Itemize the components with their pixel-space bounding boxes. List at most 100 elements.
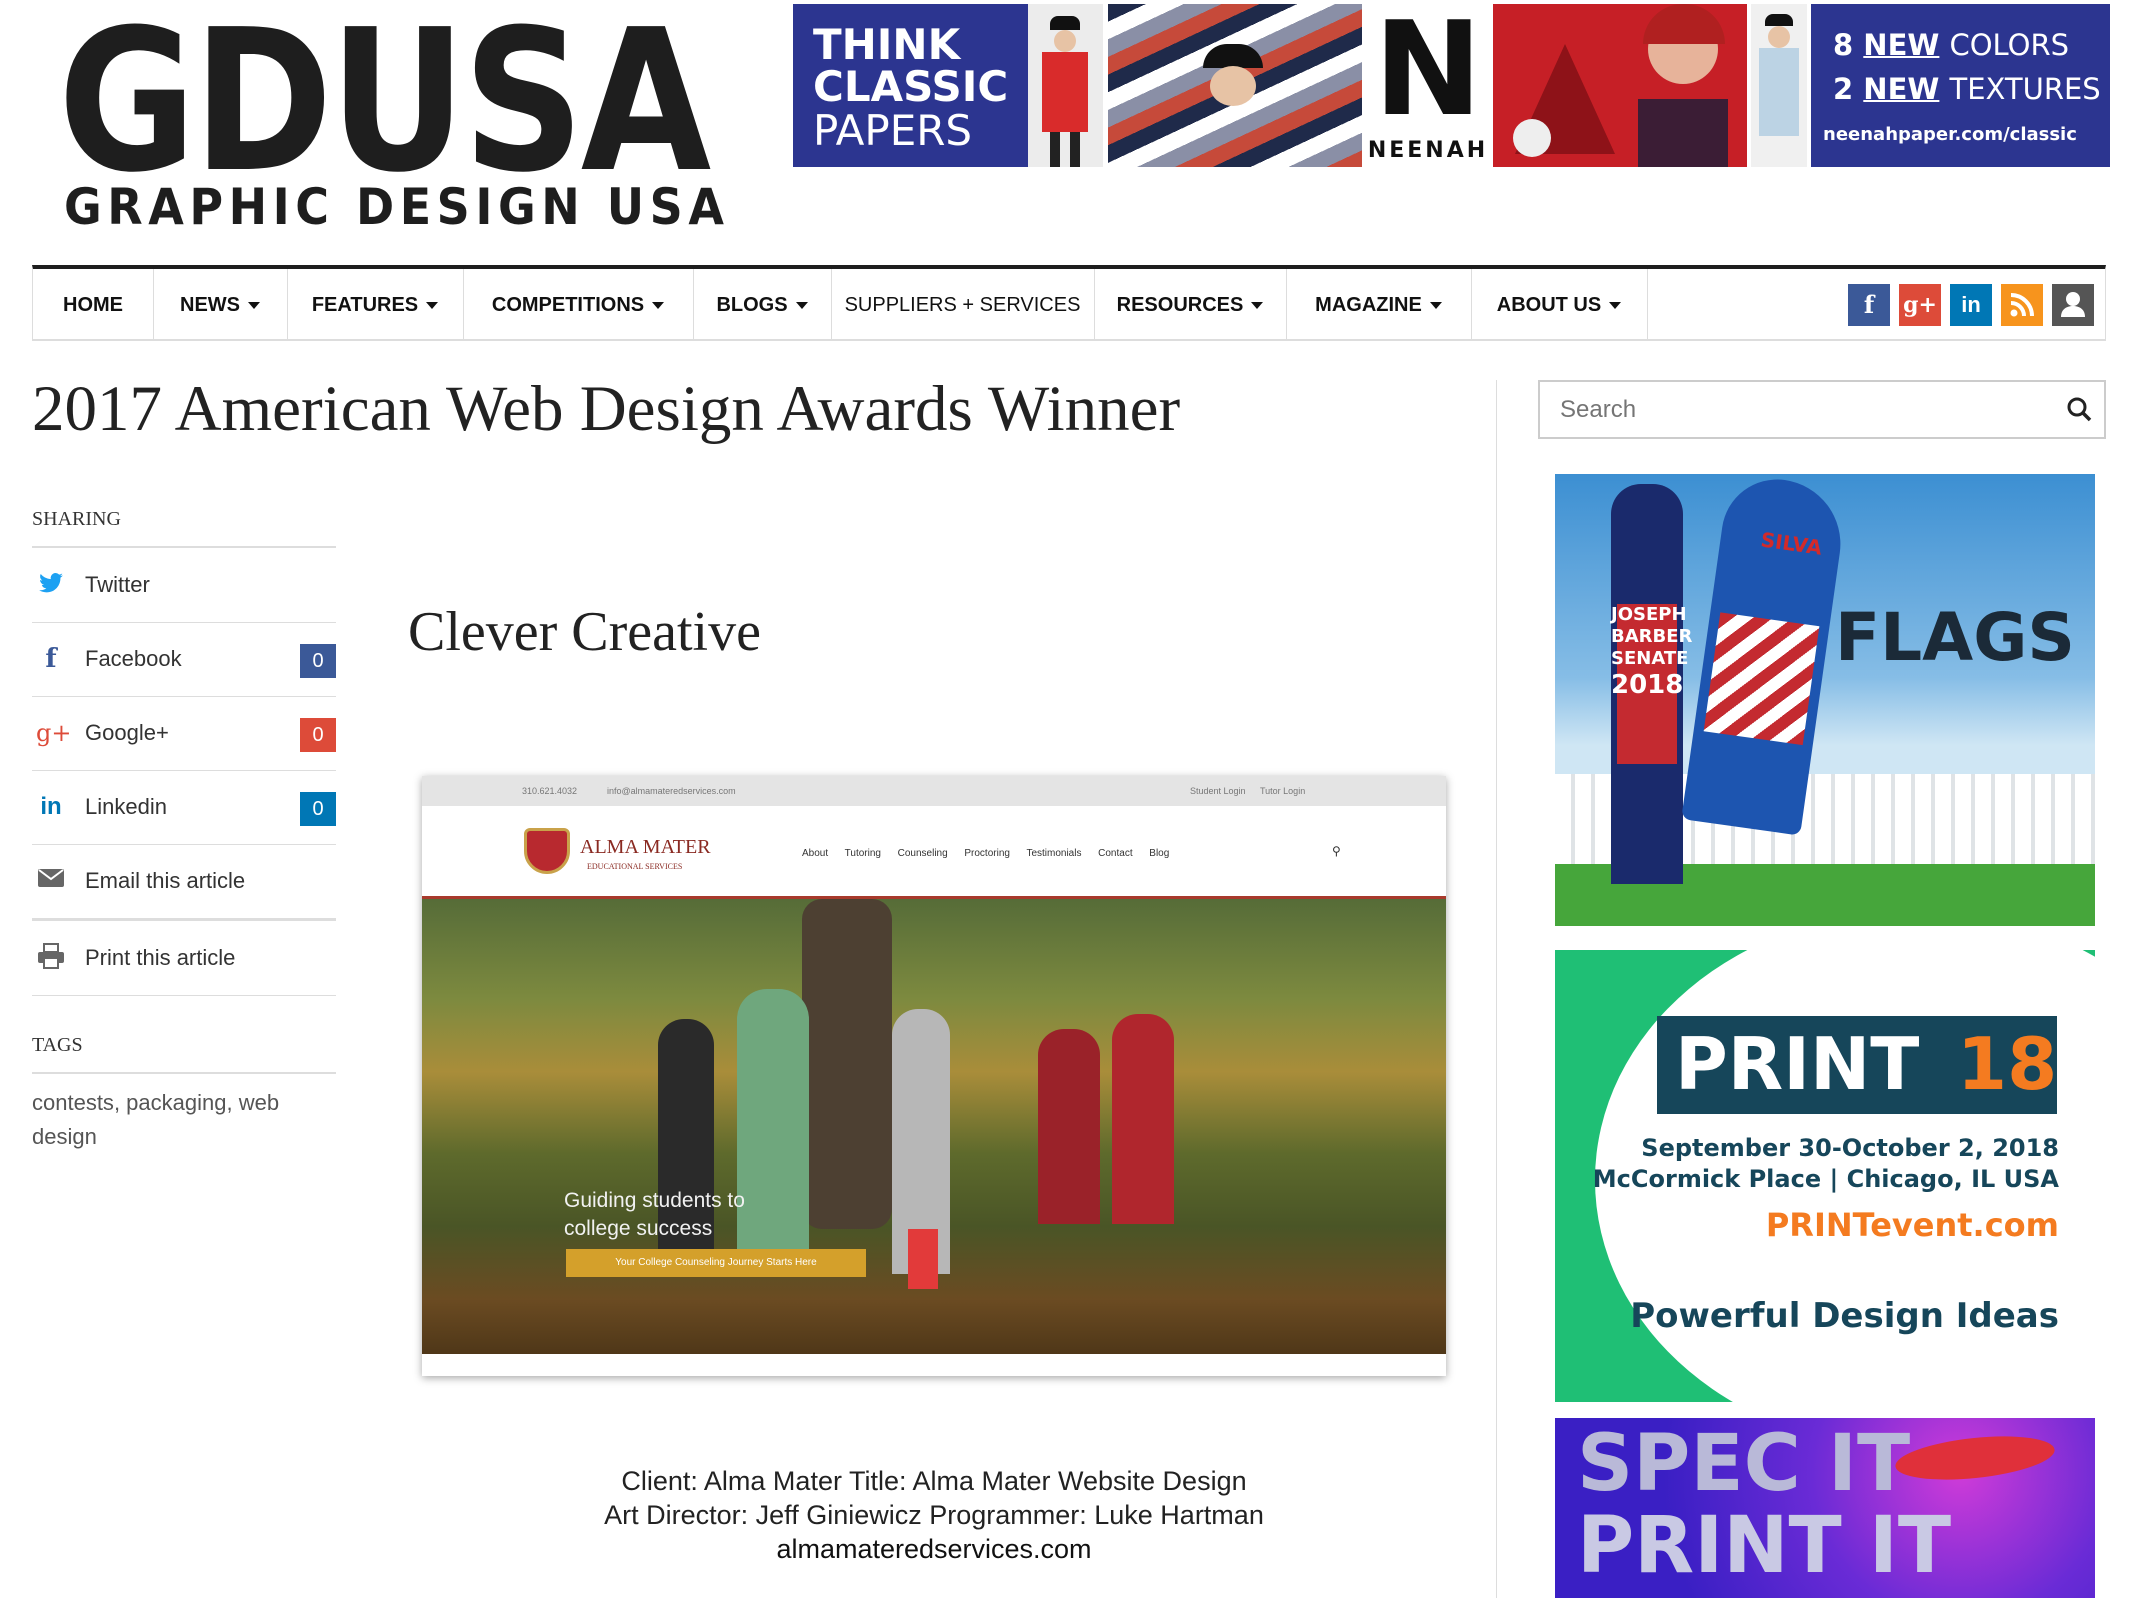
chevron-down-icon (1251, 302, 1264, 310)
banner-offer-1: 8 NEW COLORS (1833, 28, 2070, 62)
tag-link[interactable]: packaging (126, 1090, 226, 1115)
mock-logo-sub: EDUCATIONAL SERVICES (587, 862, 683, 871)
rss-icon[interactable] (2001, 284, 2043, 326)
banner-panel-title: THINK CLASSIC PAPERS (793, 4, 1028, 167)
chevron-down-icon (248, 302, 260, 310)
google-plus-icon[interactable]: g+ (1899, 284, 1941, 326)
nav-resources-label: RESOURCES (1116, 294, 1244, 316)
mock-menu-item: Tutoring (844, 848, 881, 859)
flags-ad[interactable]: JOSEPH BARBER SENATE 2018 SILVA FLAGS (1555, 474, 2095, 926)
print18-logo-word: PRINT (1675, 1022, 1920, 1106)
nav-competitions[interactable]: COMPETITIONS (463, 269, 694, 341)
share-count: 0 (300, 718, 336, 752)
site-logo[interactable]: GDUSA (58, 2, 711, 202)
mock-hero-button: Your College Counseling Journey Starts H… (566, 1249, 866, 1277)
mock-menu-item: Testimonials (1026, 848, 1082, 859)
banner-line-3: PAPERS (813, 106, 973, 155)
nav-home-label: HOME (63, 294, 123, 316)
banner-figure-red (1028, 4, 1103, 167)
share-count: 0 (300, 792, 336, 826)
spec-it-line-1: SPEC IT (1577, 1419, 1911, 1509)
share-twitter[interactable]: Twitter (32, 548, 336, 623)
caption-link[interactable]: almamateredservices.com (422, 1534, 1446, 1565)
banner-url[interactable]: neenahpaper.com/classic (1823, 124, 2077, 145)
mock-topbar: 310.621.4032 info@almamateredservices.co… (422, 776, 1446, 806)
share-label: Twitter (85, 572, 150, 597)
flag-text: JOSEPH (1611, 604, 1687, 625)
banner-offer-2: 2 NEW TEXTURES (1833, 72, 2101, 106)
print18-tagline: Powerful Design Ideas (1630, 1296, 2059, 1336)
caption-line-2: Art Director: Jeff Giniewicz Programmer:… (604, 1500, 1264, 1530)
article-title: 2017 American Web Design Awards Winner (32, 373, 1181, 445)
nav-magazine-label: MAGAZINE (1315, 294, 1422, 316)
print18-logo: PRINT 18 (1657, 1016, 2057, 1114)
nav-resources[interactable]: RESOURCES (1094, 269, 1287, 341)
flags-headline: FLAGS (1835, 599, 2075, 676)
mock-phone: 310.621.4032 (522, 786, 578, 796)
linkedin-icon[interactable]: in (1950, 284, 1992, 326)
tag-link[interactable]: contests (32, 1090, 114, 1115)
share-count: 0 (300, 644, 336, 678)
print18-url[interactable]: PRINTevent.com (1555, 1206, 2059, 1244)
mock-hero-line-1: Guiding students to (564, 1189, 745, 1212)
share-linkedin[interactable]: in Linkedin 0 (32, 770, 336, 845)
share-print[interactable]: Print this article (32, 921, 336, 996)
mock-hero-image: Guiding students to college success Your… (422, 899, 1446, 1354)
spec-it-ad[interactable]: SPEC IT PRINT IT (1555, 1418, 2095, 1598)
banner-neenah-logo: N NEENAH (1367, 4, 1489, 167)
sharing-heading: SHARING (32, 508, 121, 530)
search-icon[interactable] (2066, 396, 2092, 427)
user-icon[interactable] (2052, 284, 2094, 326)
share-label: Email this article (85, 868, 246, 893)
mock-menu: About Tutoring Counseling Proctoring Tes… (802, 848, 1169, 859)
banner-line-2: CLASSIC (813, 62, 1009, 111)
nav-features-label: FEATURES (311, 294, 419, 316)
print18-ad[interactable]: PRINT 18 September 30-October 2, 2018 Mc… (1555, 950, 2095, 1402)
banner-red-image (1493, 4, 1747, 167)
share-google-plus[interactable]: g+ Google+ 0 (32, 696, 336, 771)
nav-magazine[interactable]: MAGAZINE (1286, 269, 1472, 341)
linkedin-icon: in (40, 793, 62, 820)
flag-text: SILVA (1759, 527, 1824, 560)
flag-text: 2018 (1611, 670, 1684, 700)
mock-crest-icon (524, 828, 570, 874)
caption-line-1: Client: Alma Mater Title: Alma Mater Web… (621, 1466, 1247, 1496)
printer-icon (36, 943, 66, 973)
banner-brand: NEENAH (1367, 138, 1489, 163)
mock-email: info@almamateredservices.com (607, 786, 736, 796)
flag-text: BARBER (1611, 626, 1693, 647)
website-screenshot: 310.621.4032 info@almamateredservices.co… (422, 776, 1446, 1376)
column-divider (1496, 380, 1497, 1598)
nav-about-us[interactable]: ABOUT US (1471, 269, 1648, 341)
nav-blogs[interactable]: BLOGS (693, 269, 832, 341)
nav-competitions-label: COMPETITIONS (491, 294, 645, 316)
tag-list: contests, packaging, web design (32, 1090, 280, 1149)
chevron-down-icon (1429, 302, 1442, 310)
share-email[interactable]: Email this article (32, 844, 336, 921)
banner-figure-white (1751, 4, 1807, 167)
facebook-icon[interactable]: f (1848, 284, 1890, 326)
spec-it-line-2: PRINT IT (1577, 1501, 1952, 1591)
mock-menu-item: About (802, 848, 829, 859)
mock-menu-item: Proctoring (964, 848, 1010, 859)
flag-banner-1: JOSEPH BARBER SENATE 2018 (1611, 484, 1693, 884)
mock-menu-item: Blog (1149, 848, 1170, 859)
nav-news-label: NEWS (180, 294, 240, 316)
article-subtitle: Clever Creative (408, 601, 761, 663)
share-label: Linkedin (85, 794, 167, 819)
nav-home[interactable]: HOME (33, 269, 154, 341)
banner-ad[interactable]: THINK CLASSIC PAPERS N NEENAH 8 NEW COLO… (793, 4, 2110, 167)
share-facebook[interactable]: f Facebook 0 (32, 622, 336, 697)
google-plus-icon: g+ (36, 719, 72, 747)
nav-news[interactable]: NEWS (153, 269, 288, 341)
search-input[interactable] (1540, 382, 2080, 437)
search-box (1538, 380, 2106, 439)
nav-blogs-label: BLOGS (716, 294, 788, 316)
mock-header: ALMA MATER EDUCATIONAL SERVICES About Tu… (422, 806, 1446, 899)
share-label: Facebook (85, 646, 182, 671)
chevron-down-icon (652, 302, 665, 310)
mock-menu-item: Counseling (897, 848, 948, 859)
nav-features[interactable]: FEATURES (287, 269, 464, 341)
site-logo-tagline[interactable]: GRAPHIC DESIGN USA (64, 178, 729, 236)
nav-suppliers-services[interactable]: SUPPLIERS + SERVICES (831, 269, 1095, 341)
